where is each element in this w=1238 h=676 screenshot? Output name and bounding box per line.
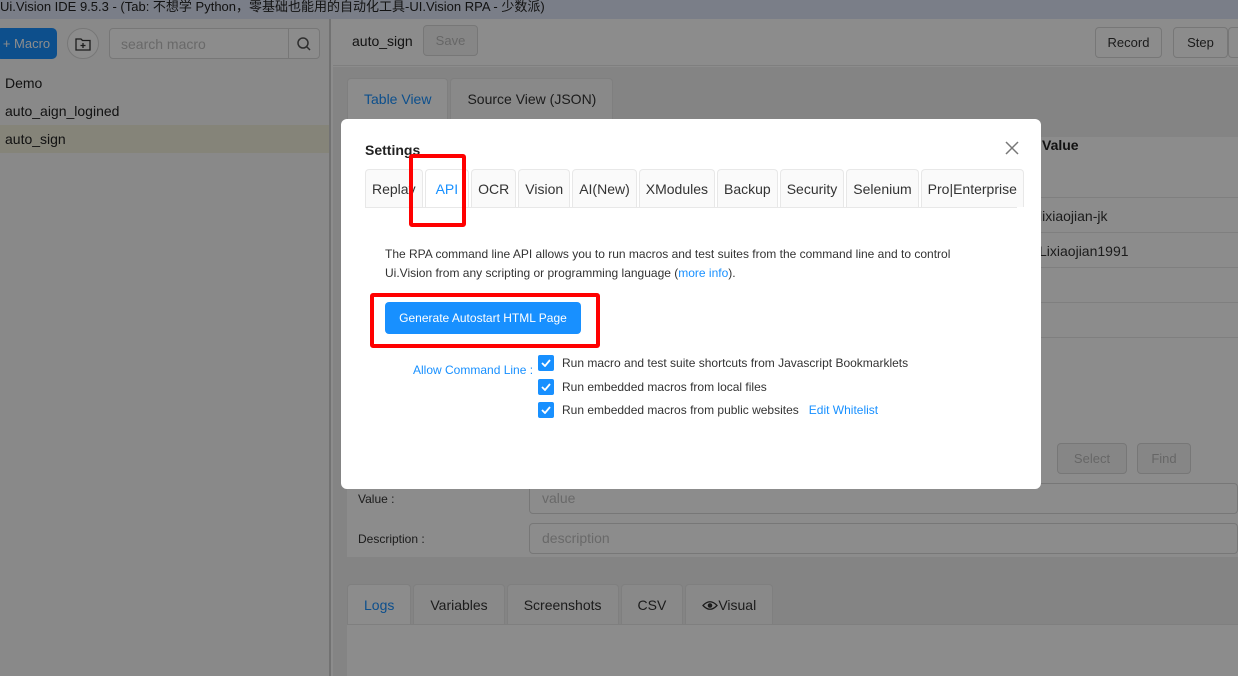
tab-ocr[interactable]: OCR (471, 169, 517, 207)
checkmark-icon (541, 406, 551, 414)
option-local-files: Run embedded macros from local files (538, 379, 767, 395)
local-files-checkbox[interactable] (538, 379, 554, 395)
bookmarklets-label: Run macro and test suite shortcuts from … (562, 356, 909, 370)
tab-pro-enterprise[interactable]: Pro|Enterprise (920, 169, 1024, 207)
tab-security[interactable]: Security (779, 169, 845, 207)
checkmark-icon (541, 383, 551, 391)
local-files-label: Run embedded macros from local files (562, 380, 767, 394)
tab-vision[interactable]: Vision (518, 169, 571, 207)
edit-whitelist-link[interactable]: Edit Whitelist (809, 403, 878, 417)
more-info-link[interactable]: more info (678, 266, 728, 280)
api-tab-highlight (409, 154, 466, 227)
generate-button-highlight (370, 293, 600, 348)
tab-xmodules[interactable]: XModules (638, 169, 716, 207)
api-description: The RPA command line API allows you to r… (385, 247, 951, 280)
tab-ai-new[interactable]: AI(New) (572, 169, 637, 207)
public-websites-label: Run embedded macros from public websites (562, 403, 799, 417)
public-websites-checkbox[interactable] (538, 402, 554, 418)
tab-backup[interactable]: Backup (717, 169, 778, 207)
bookmarklets-checkbox[interactable] (538, 355, 554, 371)
option-bookmarklets: Run macro and test suite shortcuts from … (538, 355, 908, 371)
allow-command-line-label: Allow Command Line : (413, 363, 534, 377)
tab-selenium[interactable]: Selenium (846, 169, 919, 207)
checkmark-icon (541, 359, 551, 367)
close-icon (1005, 141, 1019, 155)
close-button[interactable] (1001, 137, 1023, 159)
option-public-websites: Run embedded macros from public websites… (538, 402, 878, 418)
